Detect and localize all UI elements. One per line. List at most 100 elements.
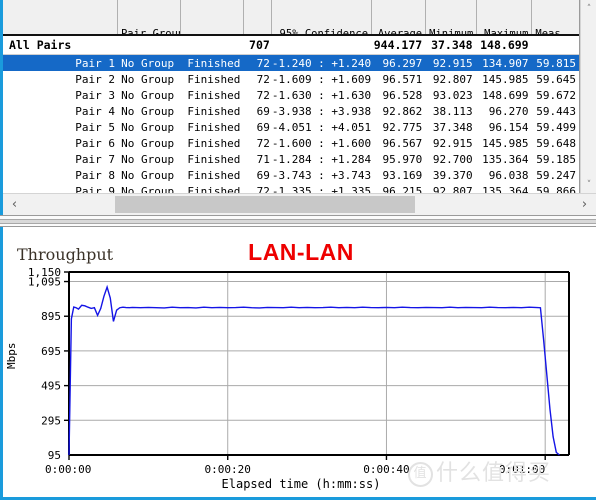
column-header-count-line1: ... — [246, 28, 266, 34]
cell-meas_time: 59.672 — [536, 88, 577, 102]
cell-maximum: 96.270 — [488, 104, 529, 118]
cell-pair: Pair 4 — [75, 104, 115, 118]
column-header-average-line1: Average — [377, 28, 423, 34]
cell-maximum: 135.364 — [482, 152, 529, 166]
column-header-minimum[interactable]: Minimum (Mbps) — [426, 0, 477, 34]
cell-ci: -3.743 : +3.743 — [271, 168, 372, 182]
cell-minimum: 92.807 — [432, 184, 473, 194]
cell-maximum: 145.985 — [482, 72, 529, 86]
cell-run_status: Finished — [187, 88, 241, 102]
cell-minimum: 92.807 — [432, 72, 473, 86]
summary-minimum: 37.348 — [431, 38, 473, 52]
chart-ytick-label: 895 — [41, 310, 61, 323]
scroll-left-icon[interactable]: ‹ — [5, 194, 24, 215]
cell-pair: Pair 8 — [75, 168, 115, 182]
summary-maximum: 148.699 — [480, 38, 529, 52]
scroll-right-icon[interactable]: › — [575, 194, 594, 215]
cell-minimum: 93.023 — [432, 88, 473, 102]
summary-label: All Pairs — [9, 38, 72, 52]
table-row[interactable]: Pair 7 No Group Finished 71 -1.284 : +1.284 9… — [3, 151, 579, 167]
cell-minimum: 92.700 — [432, 152, 473, 166]
chart-ytick-label: 295 — [41, 414, 61, 427]
cell-maximum: 135.364 — [482, 184, 529, 194]
column-header-average[interactable]: Average (Mbps) — [372, 0, 427, 34]
table-row[interactable]: Pair 4 No Group Finished 69 -3.938 : +3.938 9… — [3, 103, 579, 119]
cell-n: 69 — [256, 120, 270, 134]
table-row[interactable]: Pair 5 No Group Finished 69 -4.051 : +4.051 9… — [3, 119, 579, 135]
cell-meas_time: 59.645 — [536, 72, 577, 86]
cell-minimum: 37.348 — [432, 120, 473, 134]
chart-series-line — [68, 284, 560, 456]
cell-run_status: Finished — [187, 184, 241, 194]
column-header-measured-time[interactable]: Meas... Time... — [532, 0, 579, 34]
table-row[interactable]: Pair 1 No Group Finished 72 -1.240 : +1.240 9… — [3, 55, 579, 71]
cell-minimum: 38.113 — [432, 104, 473, 118]
cell-pair: Pair 7 — [75, 152, 115, 166]
cell-n: 72 — [256, 184, 270, 194]
grid-horizontal-scrollbar[interactable]: ‹ › — [3, 193, 596, 215]
cell-meas_time: 59.443 — [536, 104, 577, 118]
cell-group: No Group — [121, 184, 175, 194]
cell-average: 96.215 — [382, 184, 423, 194]
cell-run_status: Finished — [187, 152, 241, 166]
scroll-up-icon[interactable]: ˄ — [581, 0, 596, 17]
cell-ci: -1.630 : +1.630 — [271, 88, 372, 102]
chart-ytick-label: 495 — [41, 380, 61, 393]
throughput-chart-panel: Throughput LAN-LAN Mbps Elapsed time (h:… — [0, 227, 596, 500]
cell-n: 72 — [256, 136, 270, 150]
column-header-confidence-interval[interactable]: 95% Confidence Interval — [271, 0, 373, 34]
column-header-run-status[interactable]: Run S... — [181, 0, 244, 34]
panel-splitter[interactable] — [0, 215, 596, 227]
column-header-minimum-line1: Minimum — [429, 28, 474, 34]
panel-splitter-grip — [0, 219, 596, 224]
column-header-group-line1: Pair Group — [120, 28, 182, 34]
cell-group: No Group — [121, 72, 175, 86]
cell-n: 71 — [256, 152, 270, 166]
cell-maximum: 96.154 — [488, 120, 529, 134]
table-row[interactable]: Pair 2 No Group Finished 72 -1.609 : +1.609 9… — [3, 71, 579, 87]
cell-minimum: 92.915 — [432, 56, 473, 70]
cell-ci: -1.335 : +1.335 — [271, 184, 372, 194]
column-header-count[interactable]: ... ... — [243, 0, 272, 34]
cell-pair: Pair 5 — [75, 120, 115, 134]
table-row[interactable]: Pair 8 No Group Finished 69 -3.743 : +3.743 9… — [3, 167, 579, 183]
chart-xtick-label: 0:00:40 — [363, 463, 409, 476]
cell-pair: Pair 6 — [75, 136, 115, 150]
column-header-first[interactable] — [3, 0, 118, 34]
cell-n: 72 — [256, 72, 270, 86]
grid-vertical-scrollbar[interactable]: ˄ ˅ — [580, 0, 596, 193]
cell-run_status: Finished — [187, 136, 241, 150]
cell-minimum: 92.915 — [432, 136, 473, 150]
results-grid-panel: Pair Group Name Run S... ... ... 95% Con… — [0, 0, 596, 215]
table-row[interactable]: Pair 6 No Group Finished 72 -1.600 : +1.600 9… — [3, 135, 579, 151]
column-header-ci-line1: 95% Confidence — [279, 28, 369, 34]
cell-pair: Pair 9 — [75, 184, 115, 194]
cell-average: 92.862 — [382, 104, 423, 118]
cell-pair: Pair 3 — [75, 88, 115, 102]
cell-run_status: Finished — [187, 72, 241, 86]
cell-maximum: 145.985 — [482, 136, 529, 150]
scroll-down-icon[interactable]: ˅ — [581, 176, 596, 193]
chart-ytick-label: 1,150 — [28, 266, 61, 279]
cell-group: No Group — [121, 152, 175, 166]
column-header-maximum-line1: Maximum — [484, 28, 529, 34]
chart-xtick-label: 0:01:00 — [499, 463, 545, 476]
app-root: Pair Group Name Run S... ... ... 95% Con… — [0, 0, 596, 500]
column-header-maximum[interactable]: Maximum (Mbps) — [476, 0, 533, 34]
column-header-meas-line1: Meas... — [535, 28, 580, 34]
column-header-pair-group-name[interactable]: Pair Group Name — [117, 0, 182, 34]
summary-average: 944.177 — [373, 38, 423, 52]
table-row[interactable]: Pair 9 No Group Finished 72 -1.335 : +1.335 9… — [3, 183, 579, 194]
cell-group: No Group — [121, 56, 175, 70]
cell-n: 69 — [256, 104, 270, 118]
cell-group: No Group — [121, 88, 175, 102]
horizontal-scrollbar-thumb[interactable] — [115, 196, 415, 213]
cell-average: 96.297 — [382, 56, 423, 70]
table-row[interactable]: Pair 3 No Group Finished 72 -1.630 : +1.630 9… — [3, 87, 579, 103]
cell-n: 72 — [256, 56, 270, 70]
cell-maximum: 134.907 — [482, 56, 529, 70]
cell-meas_time: 59.185 — [536, 152, 577, 166]
summary-row-all-pairs[interactable]: All Pairs 707 944.177 37.348 148.699 — [3, 36, 579, 55]
cell-ci: -1.240 : +1.240 — [271, 56, 372, 70]
cell-minimum: 39.370 — [432, 168, 473, 182]
